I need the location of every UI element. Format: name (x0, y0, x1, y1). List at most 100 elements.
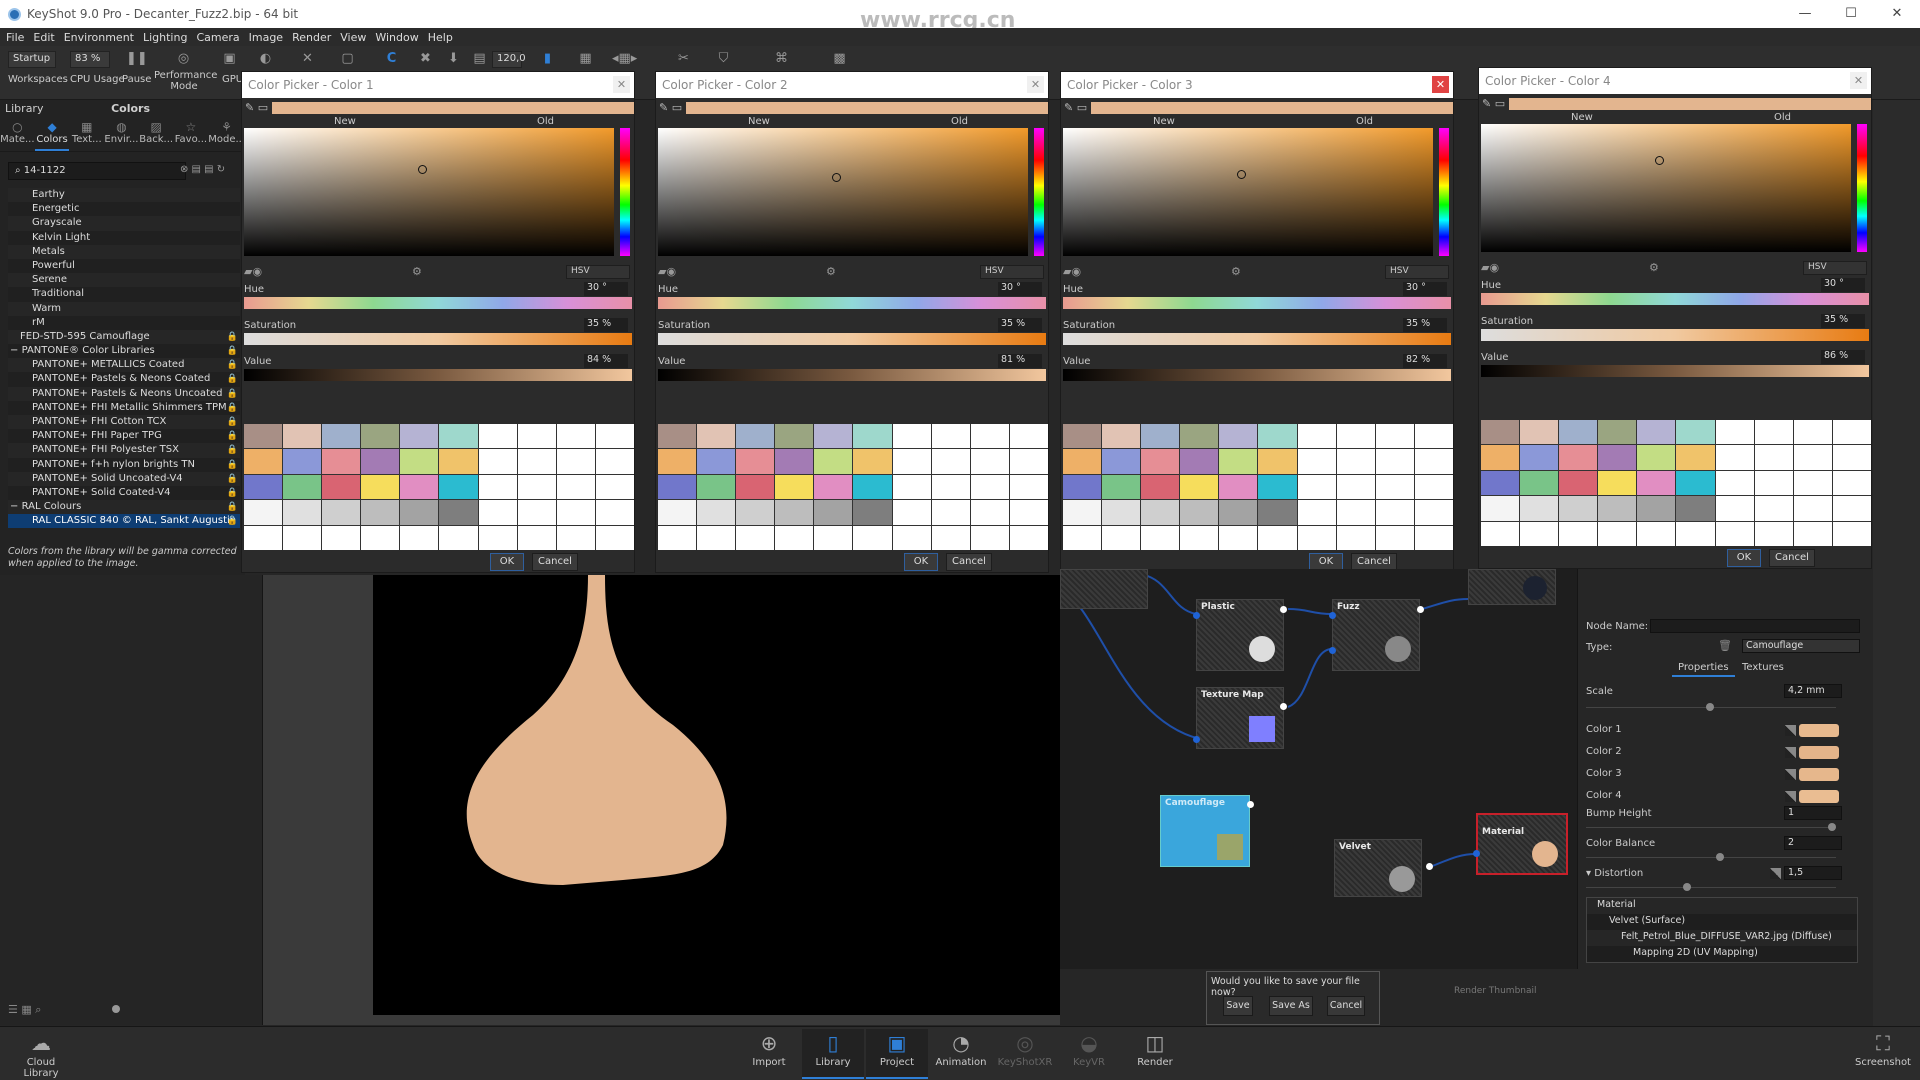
swatch-cell[interactable] (1375, 525, 1414, 550)
swatch-cell[interactable] (775, 474, 814, 500)
swatch-cell[interactable] (556, 474, 595, 500)
cpu-usage-select[interactable]: 83 % (70, 51, 110, 68)
collapse-icon[interactable]: − (10, 345, 22, 356)
swatch-cell[interactable] (853, 449, 892, 474)
color-marker[interactable] (418, 164, 428, 174)
swatch-cell[interactable] (970, 525, 1009, 550)
swatch-cell[interactable] (439, 424, 478, 449)
picker-close-button[interactable]: ✕ (1027, 76, 1044, 93)
swatch-cell[interactable] (1793, 420, 1832, 445)
save-as-button[interactable]: Save As (1269, 996, 1313, 1016)
val-slider[interactable] (658, 369, 1046, 381)
screenshot-button[interactable]: ⛶ Screenshot (1852, 1029, 1914, 1079)
distortion-label[interactable]: ▾ Distortion (1586, 868, 1643, 879)
swatch-cell[interactable] (1063, 525, 1102, 550)
swatch-cell[interactable] (736, 449, 775, 474)
tree-item[interactable]: Serene (8, 273, 240, 288)
swatch-cell[interactable] (775, 500, 814, 525)
swatch-cell[interactable] (1793, 445, 1832, 470)
swatch-cell[interactable] (1793, 470, 1832, 496)
tree-item[interactable]: Kelvin Light (8, 231, 240, 245)
swatch-cell[interactable] (517, 449, 556, 474)
tree-item[interactable]: − RAL Colours 🔒 (8, 500, 240, 515)
swatch-cell[interactable] (892, 424, 931, 449)
palette-icon[interactable]: ▰◉ (1063, 265, 1081, 278)
balance-input[interactable]: 2 (1784, 836, 1842, 850)
swatch-cell[interactable] (1009, 525, 1048, 550)
picker-title-bar[interactable]: Color Picker - Color 1 ✕ (242, 72, 634, 98)
sat-input[interactable]: 35 % (1821, 314, 1865, 328)
collapse-icon[interactable]: − (10, 501, 22, 512)
distortion-slider[interactable] (1683, 883, 1691, 891)
swatch-cell[interactable] (736, 525, 775, 550)
hue-slider[interactable] (1063, 297, 1451, 309)
swatch-cell[interactable] (1141, 424, 1180, 449)
swatch-cell[interactable] (1063, 474, 1102, 500)
swatch-cell[interactable] (1676, 496, 1715, 521)
swatch-cell[interactable] (1414, 449, 1453, 474)
swatch-cell[interactable] (361, 525, 400, 550)
color-1-swatch[interactable] (1799, 724, 1839, 737)
type-select[interactable]: Camouflage (1742, 639, 1860, 653)
swatch-cell[interactable] (361, 500, 400, 525)
swatch-cell[interactable] (1715, 521, 1754, 546)
swatch-cell[interactable] (1258, 424, 1297, 449)
swatch-cell[interactable] (1336, 449, 1375, 474)
menu-edit[interactable]: Edit (33, 31, 54, 44)
swatch-cell[interactable] (1219, 525, 1258, 550)
swatch-cell[interactable] (1009, 449, 1048, 474)
swatch-cell[interactable] (1414, 500, 1453, 525)
swatch-cell[interactable] (1258, 474, 1297, 500)
swatch-cell[interactable] (322, 474, 361, 500)
swatch-cell[interactable] (736, 474, 775, 500)
swatch-cell[interactable] (1520, 521, 1559, 546)
tree-item[interactable]: Traditional (8, 287, 240, 301)
tree-item[interactable]: PANTONE+ Solid Coated-V4 🔒 (8, 486, 240, 500)
swatch-cell[interactable] (1676, 420, 1715, 445)
swatch-cell[interactable] (1637, 420, 1676, 445)
menu-camera[interactable]: Camera (196, 31, 239, 44)
picker-close-button[interactable]: ✕ (1432, 76, 1449, 93)
texture-map-node[interactable]: Texture Map (1196, 687, 1284, 749)
swatch-cell[interactable] (970, 424, 1009, 449)
swatch-cell[interactable] (1063, 500, 1102, 525)
swatch-cell[interactable] (931, 525, 970, 550)
close-button[interactable]: ✕ (1874, 0, 1920, 28)
val-input[interactable]: 82 % (1403, 354, 1447, 368)
library-tab-0[interactable]: ○ Mate... (0, 118, 35, 151)
color-mode-select[interactable]: HSV (1803, 261, 1867, 275)
hue-slider[interactable] (244, 297, 632, 309)
fov-field[interactable]: 120,0 (492, 51, 526, 68)
script-icon[interactable]: ▩ (832, 51, 847, 66)
swatch-cell[interactable] (1375, 449, 1414, 474)
swatch-cell[interactable] (556, 525, 595, 550)
swatch-cell[interactable] (1414, 424, 1453, 449)
texture-node-diffuse[interactable] (1060, 569, 1148, 609)
palette-icon[interactable]: ▰◉ (658, 265, 676, 278)
swatch-cell[interactable] (595, 474, 634, 500)
menu-window[interactable]: Window (375, 31, 418, 44)
swatch-cell[interactable] (400, 449, 439, 474)
port[interactable] (1247, 801, 1254, 808)
hue-strip[interactable] (1857, 124, 1867, 252)
library-tab-2[interactable]: ▦ Text... (69, 118, 104, 151)
swatch-cell[interactable] (1754, 496, 1793, 521)
menu-view[interactable]: View (340, 31, 366, 44)
menu-lighting[interactable]: Lighting (143, 31, 187, 44)
swatch-cell[interactable] (1141, 474, 1180, 500)
swatch-cell[interactable] (283, 449, 322, 474)
val-slider[interactable] (1481, 365, 1869, 377)
swatch-cell[interactable] (1219, 500, 1258, 525)
swatch-cell[interactable] (439, 474, 478, 500)
shield-icon[interactable]: ⛉ (716, 51, 731, 66)
swatch-cell[interactable] (853, 424, 892, 449)
swatch-cell[interactable] (244, 449, 283, 474)
swatch-cell[interactable] (322, 525, 361, 550)
cloud-library-button[interactable]: ☁ Cloud Library (10, 1029, 72, 1079)
color-marker[interactable] (1655, 155, 1665, 165)
tree-item[interactable]: PANTONE+ f+h nylon brights TN 🔒 (8, 458, 240, 472)
val-slider[interactable] (1063, 369, 1451, 381)
swatch-cell[interactable] (1637, 496, 1676, 521)
tree-item[interactable]: rM (8, 316, 240, 330)
swatch-cell[interactable] (1832, 521, 1871, 546)
